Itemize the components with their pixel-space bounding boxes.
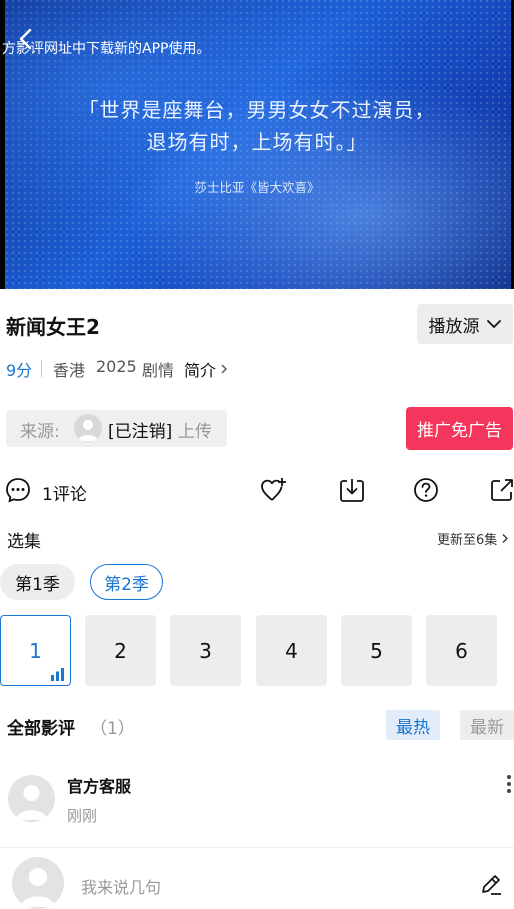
show-score: 9分 <box>6 361 33 380</box>
review-author-avatar[interactable] <box>8 775 55 822</box>
user-silhouette-icon <box>16 785 47 820</box>
user-silhouette-icon <box>21 868 55 907</box>
episode-button-2[interactable]: 2 <box>85 615 156 686</box>
review-author-name[interactable]: 官方客服 <box>67 773 131 797</box>
user-silhouette-icon <box>78 420 98 441</box>
sort-new-tab[interactable]: 最新 <box>460 710 514 740</box>
episodes-section-label: 选集 <box>7 532 41 552</box>
review-timestamp: 刚刚 <box>67 807 98 825</box>
play-source-button[interactable]: 播放源 <box>417 304 513 344</box>
episode-button-6[interactable]: 6 <box>426 615 497 686</box>
reviews-count: （1） <box>90 719 135 739</box>
episode-button-3[interactable]: 3 <box>170 615 241 686</box>
chevron-right-icon <box>221 364 228 374</box>
show-genre: 剧情 <box>142 361 175 380</box>
episode-button-5[interactable]: 5 <box>341 615 412 686</box>
back-arrow-icon[interactable] <box>14 26 40 52</box>
help-question-icon[interactable] <box>413 477 439 503</box>
reviews-title: 全部影评 <box>7 719 75 739</box>
video-quote-line1: 「世界是座舞台，男男女女不过演员， <box>78 98 436 122</box>
sort-hot-tab[interactable]: 最热 <box>386 710 440 740</box>
uploader-avatar[interactable] <box>74 414 102 442</box>
now-playing-bars-icon <box>51 668 64 681</box>
video-player[interactable]: 方影评网址中下载新的APP使用。 「世界是座舞台，男男女女不过演员， 退场有时，… <box>0 0 514 289</box>
show-region: 香港 <box>53 361 86 380</box>
uploader-label: 来源: <box>20 422 60 442</box>
show-year: 2025 <box>96 357 137 376</box>
composer-divider <box>0 847 514 848</box>
share-external-icon[interactable] <box>489 477 514 503</box>
meta-divider <box>41 360 42 377</box>
uploader-action: 上传 <box>178 422 212 442</box>
chevron-right-icon <box>502 534 509 543</box>
comment-bubble-icon[interactable] <box>5 477 31 503</box>
season-tab-2[interactable]: 第2季 <box>90 564 163 600</box>
video-quote-source: 莎士比亚《皆大欢喜》 <box>194 180 320 195</box>
update-note-label: 更新至6集 <box>437 533 498 548</box>
episode-number: 1 <box>29 638 42 663</box>
promo-ad-free-button[interactable]: 推广免广告 <box>406 407 513 450</box>
my-avatar[interactable] <box>12 857 64 909</box>
edit-pen-icon[interactable] <box>479 872 503 896</box>
episode-button-1[interactable]: 1 <box>0 615 71 686</box>
intro-link[interactable]: 简介 <box>184 357 229 381</box>
episode-button-4[interactable]: 4 <box>256 615 327 686</box>
more-options-icon[interactable] <box>506 774 512 794</box>
play-source-label: 播放源 <box>428 316 480 337</box>
uploader-name[interactable]: [已注销] <box>108 417 172 442</box>
season-tab-1[interactable]: 第1季 <box>0 564 75 600</box>
episodes-update-link[interactable]: 更新至6集 <box>437 529 509 548</box>
intro-link-label: 简介 <box>184 361 217 380</box>
favorite-add-icon[interactable] <box>260 477 288 503</box>
comment-count[interactable]: 1评论 <box>42 480 87 505</box>
chevron-down-icon <box>486 320 501 328</box>
download-icon[interactable] <box>339 477 365 503</box>
comment-input[interactable]: 我来说几句 <box>81 874 161 898</box>
show-title: 新闻女王2 <box>6 315 100 339</box>
video-quote-line2: 退场有时，上场有时。」 <box>146 130 368 154</box>
